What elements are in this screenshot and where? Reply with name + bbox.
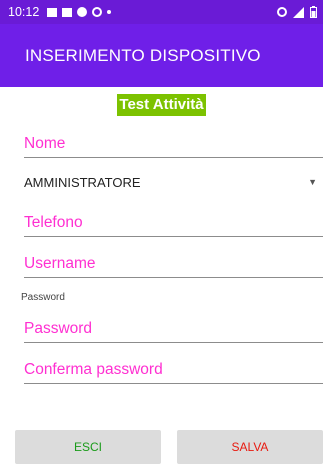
telefono-field[interactable]: Telefono bbox=[24, 213, 323, 237]
badge-container: Test Attività bbox=[0, 94, 323, 116]
password-field[interactable]: Password bbox=[24, 319, 323, 343]
status-left-icons bbox=[47, 7, 112, 17]
circle-icon bbox=[77, 7, 88, 17]
role-spinner-value: AMMINISTRATORE bbox=[24, 174, 141, 190]
password-label: Password bbox=[21, 292, 65, 303]
confirm-password-field[interactable]: Conferma password bbox=[24, 360, 323, 384]
dropdown-arrow-icon: ▼ bbox=[308, 177, 317, 187]
salva-button[interactable]: SALVA bbox=[177, 430, 323, 464]
app-bar: INSERIMENTO DISPOSITIVO bbox=[0, 24, 323, 87]
facebook-icon bbox=[62, 7, 73, 17]
sync-icon bbox=[92, 7, 103, 17]
esci-button[interactable]: ESCI bbox=[15, 430, 161, 464]
status-right-icons bbox=[277, 6, 317, 18]
nome-field[interactable]: Nome bbox=[24, 134, 323, 158]
notification-square-icon bbox=[47, 7, 58, 17]
page-title: INSERIMENTO DISPOSITIVO bbox=[25, 45, 261, 65]
status-bar: 10:12 bbox=[0, 0, 323, 24]
dot-icon bbox=[107, 10, 112, 14]
status-time: 10:12 bbox=[8, 5, 40, 19]
battery-icon bbox=[310, 6, 317, 18]
test-activity-badge: Test Attività bbox=[117, 94, 206, 116]
signal-icon bbox=[293, 6, 304, 18]
alarm-icon bbox=[277, 7, 287, 17]
role-spinner[interactable]: AMMINISTRATORE ▼ bbox=[24, 170, 323, 194]
username-field[interactable]: Username bbox=[24, 254, 323, 278]
